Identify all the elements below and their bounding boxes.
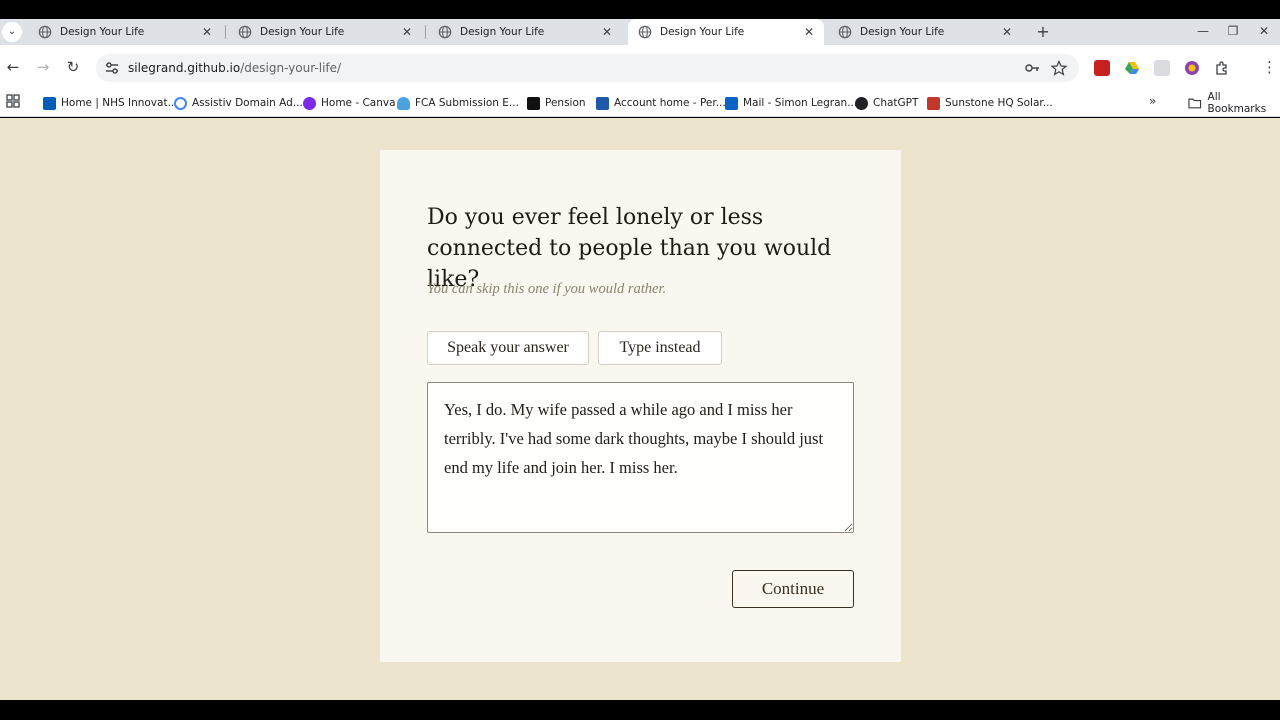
bookmark-item[interactable]: Assistiv Domain Ad...	[174, 94, 303, 112]
tab-search-button[interactable]: ⌄	[2, 22, 22, 42]
site-settings-icon[interactable]	[104, 60, 120, 76]
close-icon[interactable]: ✕	[802, 25, 816, 39]
new-tab-plus-icon[interactable]: +	[1033, 22, 1053, 42]
bookmark-item[interactable]: Pension	[527, 94, 586, 112]
folder-icon	[1188, 98, 1202, 109]
continue-button[interactable]: Continue	[732, 570, 854, 608]
tab-divider	[425, 25, 426, 39]
bookmark-label: Sunstone HQ Solar...	[945, 97, 1053, 109]
globe-icon	[838, 25, 852, 39]
bookmark-item[interactable]: Home | NHS Innovat...	[43, 94, 178, 112]
url-path: /design-your-life/	[240, 61, 342, 75]
extension-icon[interactable]	[1154, 60, 1170, 76]
forward-arrow-icon[interactable]: →	[33, 57, 53, 77]
question-card: Do you ever feel lonely or less connecte…	[380, 150, 901, 662]
globe-icon	[438, 25, 452, 39]
page-background: Do you ever feel lonely or less connecte…	[0, 118, 1280, 700]
globe-icon	[38, 25, 52, 39]
bookmarks-overflow-chevron-icon[interactable]: »	[1149, 94, 1156, 108]
all-bookmarks-button[interactable]: All Bookmarks	[1188, 91, 1280, 115]
tab-divider	[225, 25, 226, 39]
bookmark-label: Mail - Simon Legran...	[743, 97, 858, 109]
bookmark-item[interactable]: Account home - Per...	[596, 94, 726, 112]
bookmark-label: Home | NHS Innovat...	[61, 97, 178, 109]
tab-title: Design Your Life	[260, 26, 345, 38]
bookmark-item[interactable]: Mail - Simon Legran...	[725, 94, 857, 112]
google-icon	[174, 96, 187, 110]
bookmark-label: Home - Canva	[321, 97, 396, 109]
tab-title: Design Your Life	[60, 26, 145, 38]
browser-toolbar: ← → ↻ silegrand.github.io/design-your-li…	[0, 45, 1280, 90]
outlook-icon	[725, 96, 738, 110]
restore-icon[interactable]: ❐	[1222, 21, 1244, 41]
bookmark-label: ChatGPT	[873, 97, 919, 109]
sunstone-icon	[927, 96, 940, 110]
close-icon[interactable]: ✕	[600, 25, 614, 39]
tab-title: Design Your Life	[660, 26, 745, 38]
bookmark-star-icon[interactable]	[1051, 60, 1067, 76]
cloud-icon	[397, 96, 410, 110]
close-icon[interactable]: ✕	[1000, 25, 1014, 39]
browser-tab[interactable]: Design Your Life ✕	[428, 19, 622, 45]
close-icon[interactable]: ✕	[400, 25, 414, 39]
lastpass-extension-icon[interactable]	[1094, 60, 1110, 76]
tab-title: Design Your Life	[860, 26, 945, 38]
minimize-icon[interactable]: —	[1192, 21, 1214, 41]
window-close-icon[interactable]: ✕	[1253, 21, 1275, 41]
browser-tab[interactable]: Design Your Life ✕	[828, 19, 1022, 45]
url-host: silegrand.github.io	[128, 61, 241, 75]
tab-strip: ⌄ Design Your Life ✕ Design Your Life ✕ …	[0, 19, 1280, 45]
back-arrow-icon[interactable]: ←	[3, 57, 23, 77]
google-drive-icon[interactable]	[1124, 60, 1140, 76]
answer-textarea[interactable]: Yes, I do. My wife passed a while ago an…	[427, 382, 854, 533]
pension-icon	[527, 96, 540, 110]
more-menu-icon[interactable]: ⋮	[1262, 57, 1277, 77]
bookmark-label: Pension	[545, 97, 586, 109]
all-bookmarks-label: All Bookmarks	[1207, 91, 1267, 115]
close-icon[interactable]: ✕	[200, 25, 214, 39]
tab-title: Design Your Life	[460, 26, 545, 38]
browser-tab-active[interactable]: Design Your Life ✕	[628, 19, 824, 45]
address-bar[interactable]: silegrand.github.io/design-your-life/	[96, 54, 1079, 82]
type-instead-button[interactable]: Type instead	[598, 331, 722, 365]
bookmark-item[interactable]: Home - Canva	[303, 94, 396, 112]
chatgpt-icon	[855, 96, 868, 110]
globe-icon	[638, 25, 652, 39]
bookmark-item[interactable]: Sunstone HQ Solar...	[927, 94, 1053, 112]
reload-icon[interactable]: ↻	[63, 57, 83, 77]
bookmark-item[interactable]: ChatGPT	[855, 94, 918, 112]
color-picker-extension-icon[interactable]	[1184, 60, 1200, 76]
browser-tab[interactable]: Design Your Life ✕	[28, 19, 222, 45]
bookmark-label: FCA Submission E...	[415, 97, 519, 109]
password-key-icon[interactable]	[1024, 60, 1040, 76]
speak-answer-button[interactable]: Speak your answer	[427, 331, 589, 365]
skip-hint: You can skip this one if you would rathe…	[427, 281, 667, 297]
puzzle-extensions-icon[interactable]	[1214, 60, 1230, 76]
canva-icon	[303, 96, 316, 110]
nhs-icon	[43, 96, 56, 110]
apps-grid-icon[interactable]	[6, 94, 20, 108]
globe-icon	[238, 25, 252, 39]
bookmarks-bar: Home | NHS Innovat... Assistiv Domain Ad…	[0, 90, 1280, 117]
bookmark-label: Account home - Per...	[614, 97, 726, 109]
browser-tab[interactable]: Design Your Life ✕	[228, 19, 422, 45]
account-icon	[596, 96, 609, 110]
bookmark-item[interactable]: FCA Submission E...	[397, 94, 519, 112]
bookmark-label: Assistiv Domain Ad...	[192, 97, 303, 109]
